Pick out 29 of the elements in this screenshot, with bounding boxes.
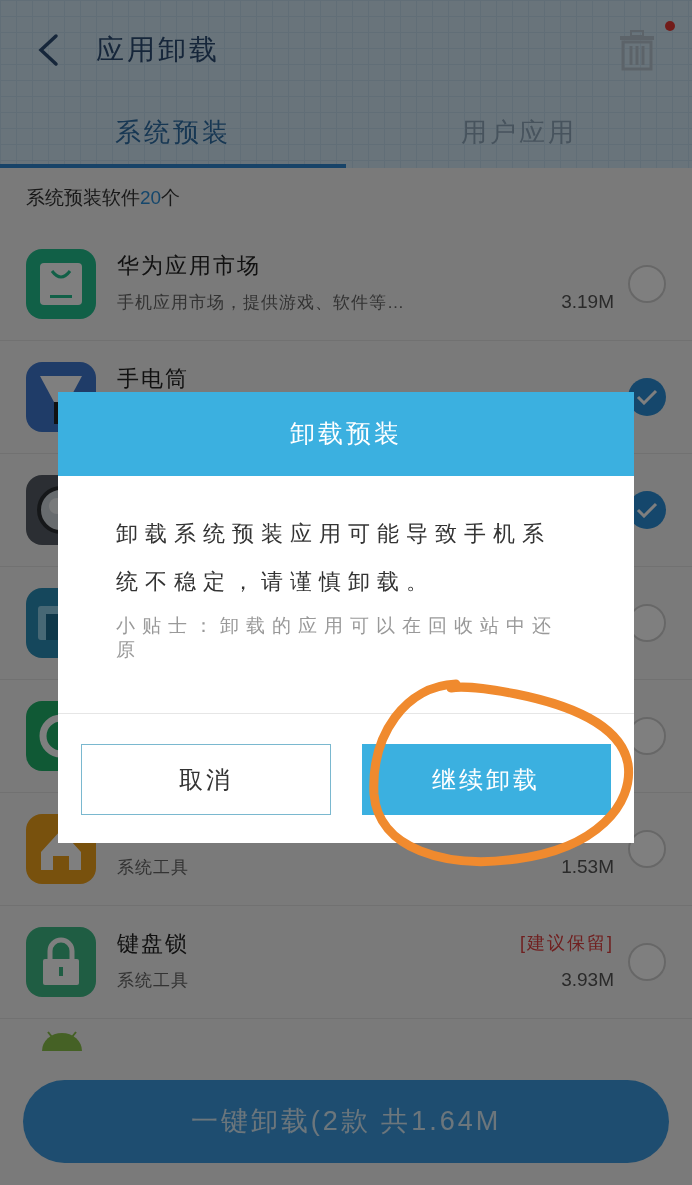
- section-label: 系统预装软件20个: [26, 185, 181, 210]
- app-name: 华为应用市场: [117, 251, 261, 280]
- uninstall-all-button[interactable]: 一键卸载(2款 共1.64M: [23, 1080, 669, 1163]
- checkbox[interactable]: [628, 943, 666, 981]
- app-size: 1.53M: [561, 855, 614, 879]
- app-description: 系统工具: [117, 969, 189, 992]
- dialog-message: 卸载系统预装应用可能导致手机系统不稳定，请谨慎卸载。: [116, 520, 552, 596]
- app-icon: [26, 249, 96, 319]
- checkbox[interactable]: [628, 378, 666, 416]
- back-icon[interactable]: [36, 33, 60, 67]
- app-name: 手电筒: [117, 364, 189, 393]
- app-name: 键盘锁: [117, 929, 189, 958]
- keep-tag: [建议保留]: [520, 929, 614, 957]
- page-title: 应用卸载: [96, 33, 220, 67]
- tab[interactable]: 系统预装: [0, 100, 346, 168]
- app-description: 系统工具: [117, 856, 189, 879]
- check-icon: [636, 389, 658, 405]
- app-size: 3.93M: [561, 968, 614, 992]
- android-icon: [40, 1031, 84, 1051]
- checkbox[interactable]: [628, 830, 666, 868]
- continue-button[interactable]: 继续卸载: [361, 744, 611, 815]
- checkbox[interactable]: [628, 265, 666, 303]
- dialog-tip: 小贴士：卸载的应用可以在回收站中还原: [116, 614, 559, 662]
- cancel-button[interactable]: 取消: [81, 744, 331, 815]
- app-description: 手机应用市场，提供游戏、软件等…: [117, 291, 405, 314]
- app-icon: [26, 927, 96, 997]
- check-icon: [636, 502, 658, 518]
- dialog-title: 卸载预装: [290, 418, 402, 450]
- app-size: 3.19M: [561, 290, 614, 314]
